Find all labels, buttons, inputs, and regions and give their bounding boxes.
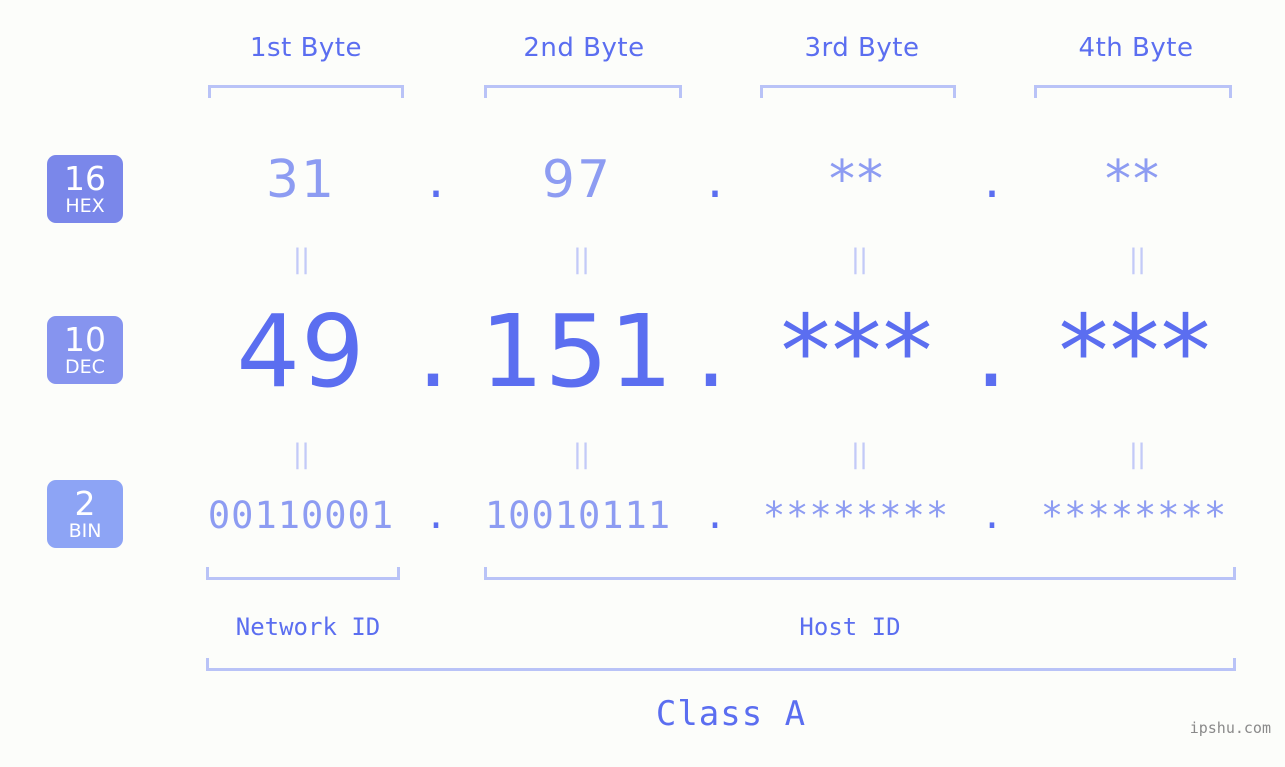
base-badge-dec: 10 DEC [47, 316, 123, 384]
byte-bracket-2 [484, 85, 682, 98]
byte-header-1: 1st Byte [250, 33, 362, 63]
byte-header-4: 4th Byte [1078, 33, 1194, 63]
base-badge-dec-number: 10 [64, 320, 106, 359]
byte-bracket-3 [760, 85, 956, 98]
dec-byte-1: 49 [236, 293, 366, 410]
base-badge-bin: 2 BIN [47, 480, 123, 548]
hex-byte-4: ** [1105, 150, 1161, 210]
bin-byte-3: ******** [762, 494, 950, 537]
host-id-bracket [484, 567, 1236, 580]
base-badge-hex-name: HEX [65, 195, 105, 217]
base-badge-dec-name: DEC [65, 356, 105, 378]
base-badge-hex: 16 HEX [47, 155, 123, 223]
equals-icon-dec-bin-4: || [1128, 439, 1146, 470]
dec-separator-1: . [417, 293, 449, 410]
byte-header-2: 2nd Byte [523, 33, 645, 63]
equals-icon-hex-dec-3: || [850, 244, 868, 275]
equals-icon-hex-dec-4: || [1128, 244, 1146, 275]
base-badge-bin-number: 2 [74, 484, 96, 523]
byte-bracket-4 [1034, 85, 1232, 98]
hex-separator-3: . [983, 150, 1001, 210]
dec-separator-3: . [975, 293, 1007, 410]
hex-byte-2: 97 [541, 150, 613, 210]
hex-byte-3: ** [829, 150, 885, 210]
byte-bracket-1 [208, 85, 404, 98]
class-bracket [206, 658, 1236, 671]
hex-separator-2: . [706, 150, 724, 210]
equals-icon-hex-dec-2: || [572, 244, 590, 275]
dec-byte-4: *** [1058, 293, 1212, 410]
hex-separator-1: . [427, 150, 445, 210]
dec-byte-2: 151 [480, 293, 674, 410]
base-badge-hex-number: 16 [64, 159, 106, 198]
bin-byte-4: ******** [1040, 494, 1228, 537]
equals-icon-dec-bin-2: || [572, 439, 590, 470]
byte-header-3: 3rd Byte [804, 33, 920, 63]
bin-byte-2: 10010111 [484, 494, 672, 537]
equals-icon-dec-bin-1: || [292, 439, 310, 470]
hex-byte-1: 31 [265, 150, 337, 210]
bin-byte-1: 00110001 [207, 494, 395, 537]
bin-separator-2: . [703, 494, 727, 537]
network-id-bracket [206, 567, 400, 580]
watermark: ipshu.com [1189, 719, 1271, 737]
class-label: Class A [655, 694, 807, 734]
host-id-label: Host ID [799, 613, 901, 641]
equals-icon-hex-dec-1: || [292, 244, 310, 275]
equals-icon-dec-bin-3: || [850, 439, 868, 470]
network-id-label: Network ID [235, 613, 381, 641]
base-badge-bin-name: BIN [68, 520, 102, 542]
bin-separator-3: . [980, 494, 1004, 537]
bin-separator-1: . [424, 494, 448, 537]
dec-separator-2: . [695, 293, 727, 410]
dec-byte-3: *** [780, 293, 934, 410]
ip-address-breakdown-diagram: 1st Byte 2nd Byte 3rd Byte 4th Byte 16 H… [0, 0, 1285, 767]
